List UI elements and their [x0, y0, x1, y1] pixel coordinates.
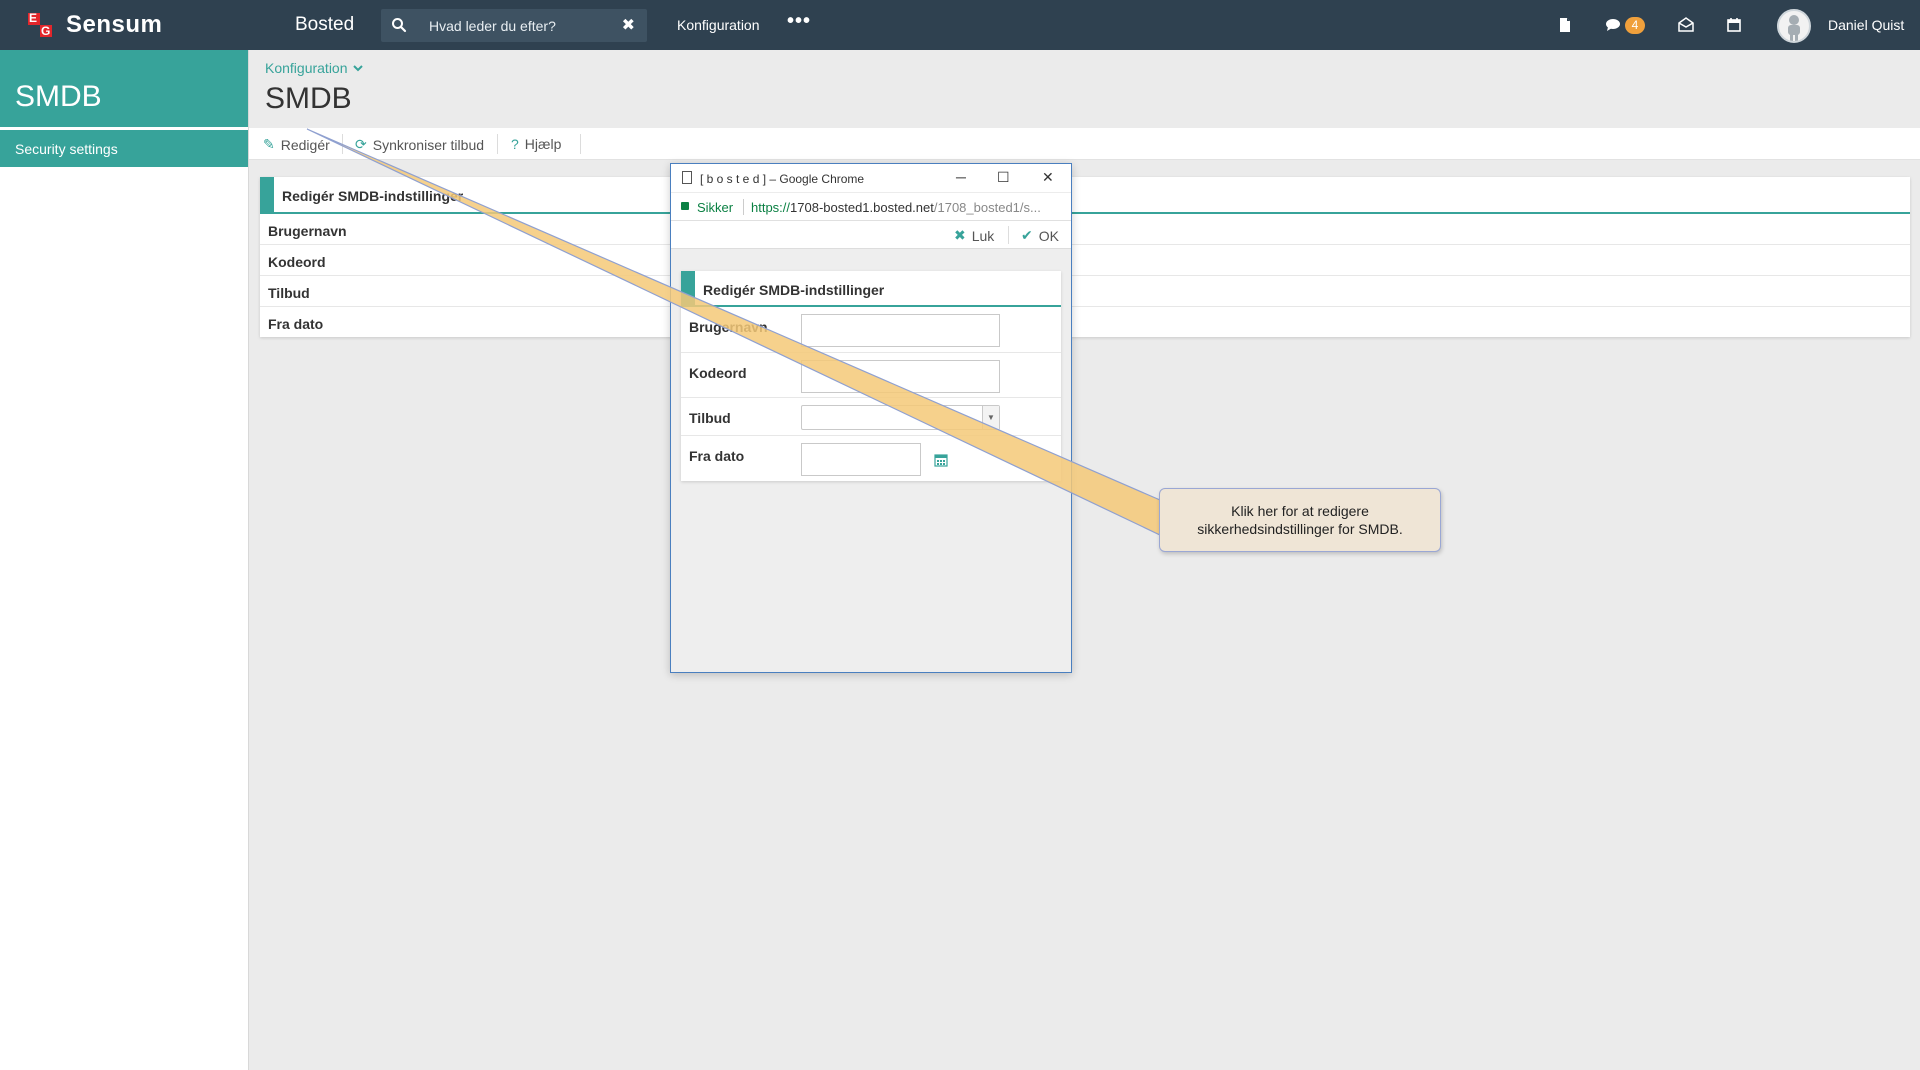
popup-toolbar: ✖ Luk ✔ OK [671, 221, 1071, 249]
maximize-icon[interactable]: ☐ [997, 169, 1010, 186]
from-date-label: Fra dato [689, 448, 745, 464]
breadcrumb[interactable]: Konfiguration [265, 60, 364, 76]
chat-icon[interactable] [1604, 16, 1622, 34]
chevron-down-icon[interactable] [352, 63, 364, 73]
user-name[interactable]: Daniel Quist [1828, 17, 1904, 33]
from-date-input[interactable] [801, 443, 921, 476]
sidebar-item-security-settings[interactable]: Security settings [0, 130, 248, 167]
close-window-icon[interactable]: ✕ [1042, 169, 1054, 186]
top-bar: E G Sensum Bosted Hvad leder du efter? ✖… [0, 0, 1920, 50]
secure-label: Sikker [697, 200, 734, 215]
x-icon: ✖ [954, 227, 966, 243]
app-title[interactable]: Bosted [295, 14, 354, 36]
callout-line-2: sikkerhedsindstillinger for SMDB. [1197, 521, 1403, 537]
lock-icon [681, 202, 689, 210]
row-offer: Tilbud [260, 276, 1910, 307]
sidebar: SMDB Security settings [0, 50, 249, 1070]
search-box[interactable]: Hvad leder du efter? ✖ [381, 9, 647, 42]
popup-window-title: [ b o s t e d ] – Google Chrome [700, 172, 865, 186]
from-date-row: Fra dato [681, 436, 1061, 480]
user-silhouette-icon [1788, 15, 1800, 41]
edit-popup-window: [ b o s t e d ] – Google Chrome ─ ☐ ✕ Si… [670, 163, 1072, 673]
popup-form-panel: Redigér SMDB-indstillinger Brugernavn Ko… [681, 271, 1061, 481]
search-input[interactable]: Hvad leder du efter? [429, 18, 556, 34]
search-icon [392, 18, 407, 33]
document-icon[interactable] [1556, 16, 1574, 34]
popup-title-bar[interactable]: [ b o s t e d ] – Google Chrome ─ ☐ ✕ [671, 164, 1071, 192]
callout-line-1: Klik her for at redigere [1231, 503, 1369, 519]
clear-search-icon[interactable]: ✖ [622, 15, 635, 35]
avatar[interactable] [1777, 9, 1811, 43]
password-input[interactable] [801, 360, 1000, 393]
more-menu-button[interactable]: ••• [787, 10, 811, 33]
panel-heading: Redigér SMDB-indstillinger [260, 177, 1910, 214]
offer-row: Tilbud ▼ [681, 398, 1061, 436]
page-title: SMDB [265, 82, 352, 115]
row-username: Brugernavn [260, 214, 1910, 245]
username-label: Brugernavn [689, 319, 768, 335]
chat-count-badge: 4 [1625, 17, 1645, 34]
brand-name: Sensum [66, 11, 163, 38]
sync-offers-button[interactable]: ⟳ Synkroniser tilbud [355, 136, 484, 153]
calendar-picker-icon[interactable] [934, 453, 948, 467]
password-row: Kodeord [681, 353, 1061, 398]
password-label: Kodeord [689, 365, 747, 381]
username-input[interactable] [801, 314, 1000, 347]
offer-label: Tilbud [689, 410, 731, 426]
url-text[interactable]: https://1708-bosted1.bosted.net/1708_bos… [751, 200, 1041, 215]
config-menu-link[interactable]: Konfiguration [677, 17, 760, 33]
pencil-icon: ✎ [263, 136, 275, 152]
username-row: Brugernavn [681, 307, 1061, 353]
eg-logo-icon: E G [28, 11, 52, 38]
check-icon: ✔ [1021, 227, 1033, 243]
breadcrumb-label[interactable]: Konfiguration [265, 60, 348, 76]
row-password: Kodeord [260, 245, 1910, 276]
refresh-icon: ⟳ [355, 136, 367, 152]
row-from-date: Fra dato [268, 316, 324, 332]
smdb-settings-panel: Redigér SMDB-indstillinger Brugernavn Ko… [260, 177, 1910, 337]
logo[interactable]: E G Sensum [26, 10, 162, 40]
help-button[interactable]: ? Hjælp [511, 136, 561, 152]
toolbar: ✎ Redigér ⟳ Synkroniser tilbud ? Hjælp [249, 128, 1920, 160]
mail-icon[interactable] [1677, 16, 1695, 34]
edit-button[interactable]: ✎ Redigér [263, 136, 330, 153]
offer-select[interactable]: ▼ [801, 405, 1000, 430]
page-icon [682, 171, 692, 184]
help-callout: Klik her for at redigere sikkerhedsindst… [1159, 488, 1441, 552]
question-icon: ? [511, 136, 519, 152]
minimize-icon[interactable]: ─ [956, 169, 966, 185]
calendar-icon[interactable] [1725, 16, 1743, 34]
close-button[interactable]: ✖ Luk [954, 227, 994, 244]
sidebar-heading: SMDB [0, 50, 248, 127]
popup-form-heading: Redigér SMDB-indstillinger [681, 271, 1061, 307]
address-bar[interactable]: Sikker https://1708-bosted1.bosted.net/1… [671, 192, 1071, 221]
ok-button[interactable]: ✔ OK [1021, 227, 1059, 244]
dropdown-arrow-icon: ▼ [982, 406, 999, 429]
